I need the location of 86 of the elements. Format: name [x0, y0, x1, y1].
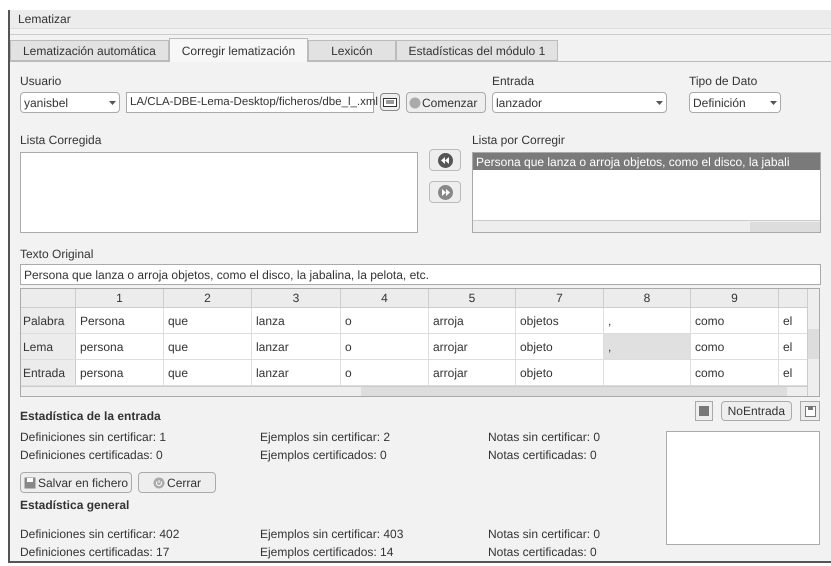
- circle-icon: [409, 96, 421, 108]
- table-cell[interactable]: objetos: [516, 308, 604, 333]
- table-cell[interactable]: objeto: [516, 360, 604, 385]
- column-header: 7: [516, 289, 604, 307]
- move-right-button[interactable]: [429, 181, 461, 203]
- table-cell[interactable]: Persona: [76, 308, 164, 333]
- caret-icon: [109, 100, 116, 104]
- table-cell[interactable]: que: [164, 334, 252, 359]
- stat-text: Notas sin certificar: 0: [488, 429, 600, 446]
- field-label: Usuario: [20, 73, 62, 90]
- user-dropdown[interactable]: yanisbel: [20, 92, 120, 113]
- column-header: 5: [429, 289, 516, 307]
- close-button[interactable]: Cerrar: [138, 472, 216, 493]
- power-icon: [153, 476, 166, 488]
- document-icon: [383, 98, 397, 106]
- table-cell[interactable]: lanza: [252, 308, 341, 333]
- stat-text: Ejemplos certificados: 0: [260, 447, 388, 464]
- stat-text: Definiciones sin certificar: 1: [20, 429, 168, 446]
- start-button[interactable]: Comenzar: [406, 92, 486, 113]
- list-label: Lista Corregida: [20, 132, 102, 149]
- stat-text: Notas certificadas: 0: [488, 544, 597, 561]
- stop-button[interactable]: [694, 401, 713, 421]
- table-cell[interactable]: como: [691, 334, 779, 359]
- section-title: Estadística de la entrada: [20, 408, 162, 425]
- xml-button[interactable]: [380, 93, 400, 111]
- stat-text: Definiciones certificadas: 17: [20, 544, 170, 561]
- fast-forward-icon: [438, 184, 452, 200]
- tab[interactable]: Estadísticas del módulo 1: [396, 40, 558, 61]
- row-header: Entrada: [21, 360, 76, 385]
- stat-text: Ejemplos sin certificar: 2: [260, 429, 392, 446]
- rewind-icon: [438, 152, 452, 168]
- field-label: Tipo de Dato: [689, 73, 758, 90]
- square-icon: [698, 406, 709, 416]
- table-cell[interactable]: arrojar: [429, 360, 516, 385]
- column-header: 4: [341, 289, 429, 307]
- field-label: Texto Original: [20, 246, 94, 263]
- horizontal-scrollbar[interactable]: [473, 220, 820, 232]
- column-header: 8: [604, 289, 691, 307]
- table-cell[interactable]: que: [164, 308, 252, 333]
- menu-item[interactable]: Lematizar: [18, 10, 71, 28]
- table-cell[interactable]: ,: [604, 308, 691, 333]
- move-left-button[interactable]: [429, 149, 461, 171]
- table-cell[interactable]: lanzar: [252, 334, 341, 359]
- vertical-scrollbar[interactable]: [807, 289, 819, 396]
- original-text-field[interactable]: Persona que lanza o arroja objetos, como el disco, la jabalina, la pelota, etc.: [20, 264, 821, 285]
- table-cell[interactable]: o: [341, 308, 429, 333]
- row-header: Lema: [21, 334, 76, 359]
- corrected-list[interactable]: [20, 152, 418, 233]
- entry-dropdown[interactable]: lanzador: [492, 92, 667, 113]
- column-header: 9: [691, 289, 779, 307]
- table-cell[interactable]: como: [691, 308, 779, 333]
- table-cell[interactable]: persona: [76, 360, 164, 385]
- table-cell[interactable]: lanzar: [252, 360, 341, 385]
- table-cell[interactable]: o: [341, 360, 429, 385]
- stat-text: Ejemplos sin certificar: 403: [260, 526, 404, 543]
- stat-text: Notas certificadas: 0: [488, 447, 597, 464]
- tab[interactable]: Lematización automática: [10, 40, 169, 61]
- table-cell[interactable]: persona: [76, 334, 164, 359]
- notes-box[interactable]: [666, 431, 820, 545]
- caret-icon: [770, 100, 777, 104]
- no-entry-button[interactable]: NoEntrada: [720, 401, 792, 421]
- section-title: Estadística general: [20, 497, 130, 514]
- save-button[interactable]: [800, 401, 820, 421]
- stat-text: Ejemplos certificados: 14: [260, 544, 394, 561]
- table-cell[interactable]: que: [164, 360, 252, 385]
- table-cell[interactable]: o: [341, 334, 429, 359]
- table-cell[interactable]: ,: [604, 334, 691, 359]
- table-cell[interactable]: como: [691, 360, 779, 385]
- table-cell[interactable]: arroja: [429, 308, 516, 333]
- stat-text: Definiciones sin certificar: 402: [20, 526, 180, 543]
- list-label: Lista por Corregir: [472, 132, 566, 149]
- stat-text: Notas sin certificar: 0: [488, 526, 600, 543]
- stat-text: Definiciones certificadas: 0: [20, 447, 164, 464]
- column-header: 2: [164, 289, 252, 307]
- save-to-file-button[interactable]: Salvar en fichero: [20, 472, 132, 493]
- tab[interactable]: Lexicón: [308, 40, 396, 61]
- column-header: 3: [252, 289, 341, 307]
- caret-icon: [656, 100, 663, 104]
- tab[interactable]: Corregir lematización: [168, 38, 308, 62]
- table-cell[interactable]: arrojar: [429, 334, 516, 359]
- field-label: Entrada: [492, 73, 536, 90]
- horizontal-scrollbar[interactable]: [21, 386, 807, 396]
- column-header: 1: [76, 289, 164, 307]
- list-item[interactable]: Persona que lanza o arroja objetos, como el disco, la jabali: [473, 153, 820, 170]
- row-header: Palabra: [21, 308, 76, 333]
- type-dropdown[interactable]: Definición: [689, 92, 781, 113]
